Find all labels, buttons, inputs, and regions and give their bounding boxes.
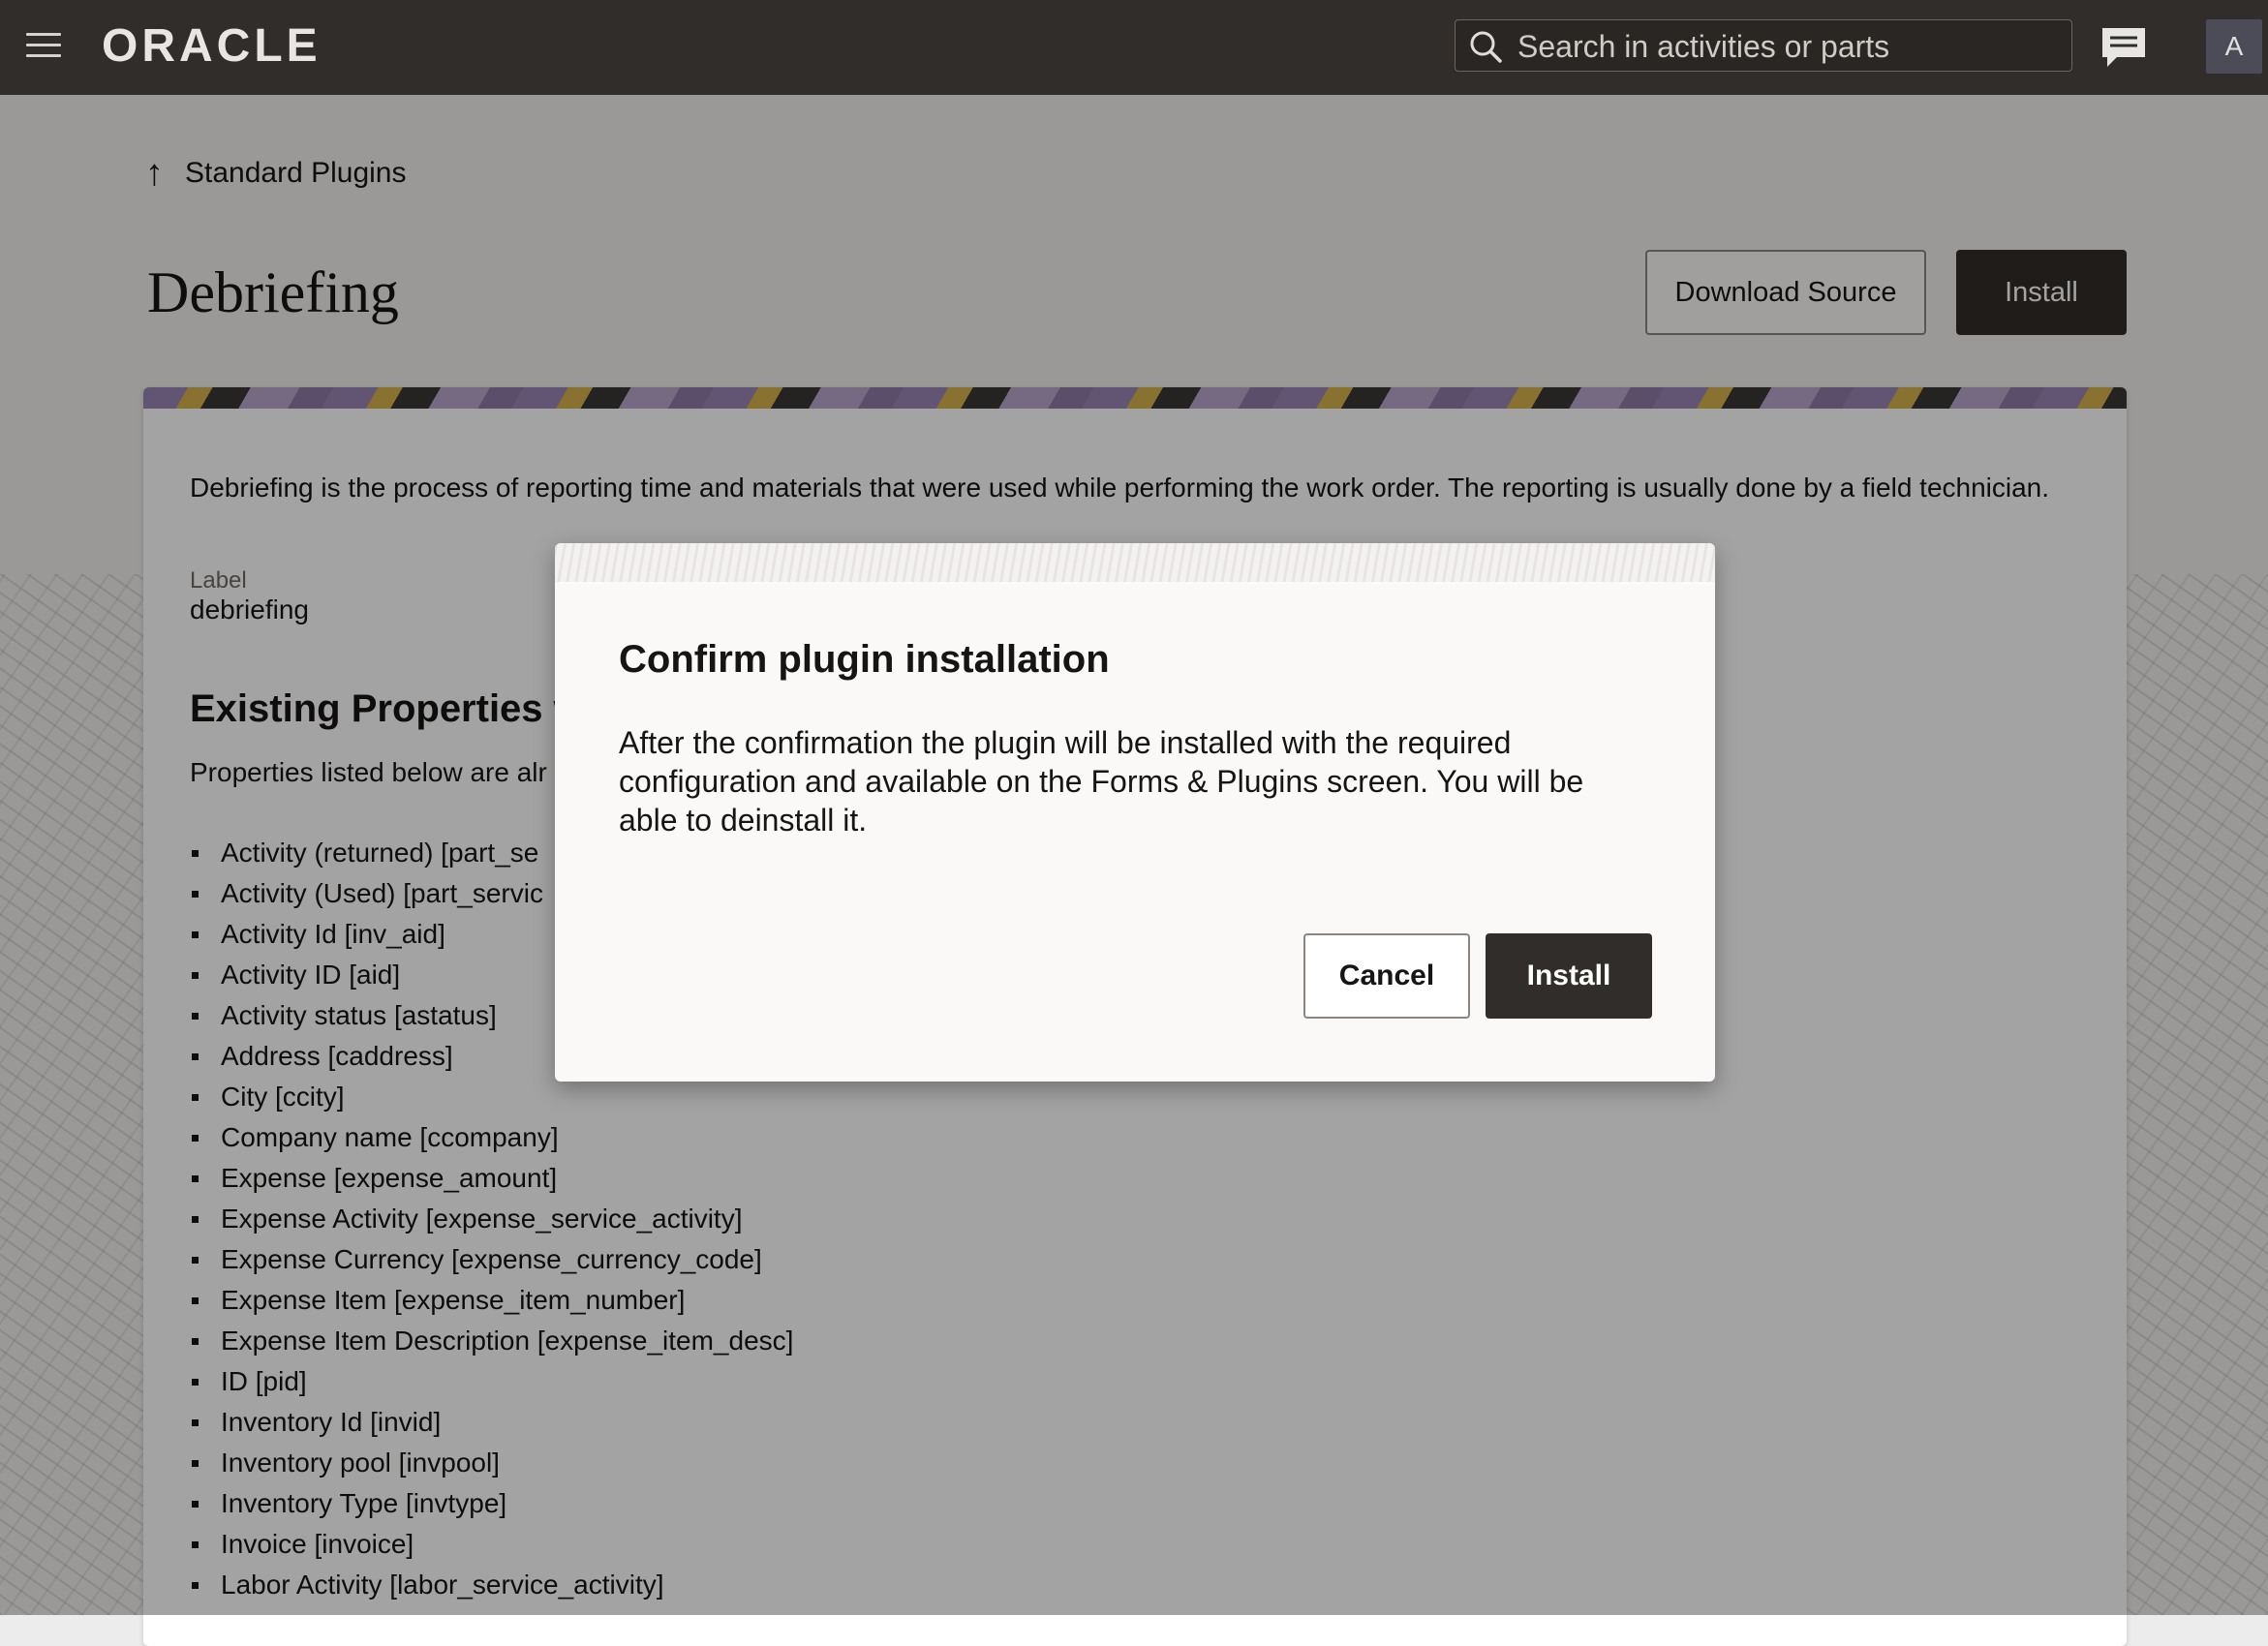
search-icon [1470, 31, 1502, 63]
cancel-button[interactable]: Cancel [1303, 933, 1470, 1019]
search-input[interactable] [1516, 26, 2062, 67]
confirm-install-button[interactable]: Install [1486, 933, 1652, 1019]
dialog-message: After the confirmation the plugin will b… [619, 725, 1584, 838]
avatar[interactable]: A [2206, 19, 2262, 74]
top-bar: ORACLE A [0, 0, 2268, 95]
dialog-banner [555, 543, 1715, 582]
chat-icon[interactable] [2099, 25, 2148, 75]
dialog-title: Confirm plugin installation [619, 638, 1110, 681]
confirm-dialog: Confirm plugin installation After the co… [555, 543, 1715, 1082]
hamburger-menu-icon[interactable] [26, 33, 61, 60]
oracle-logo: ORACLE [102, 20, 322, 72]
search-box[interactable] [1455, 19, 2072, 72]
